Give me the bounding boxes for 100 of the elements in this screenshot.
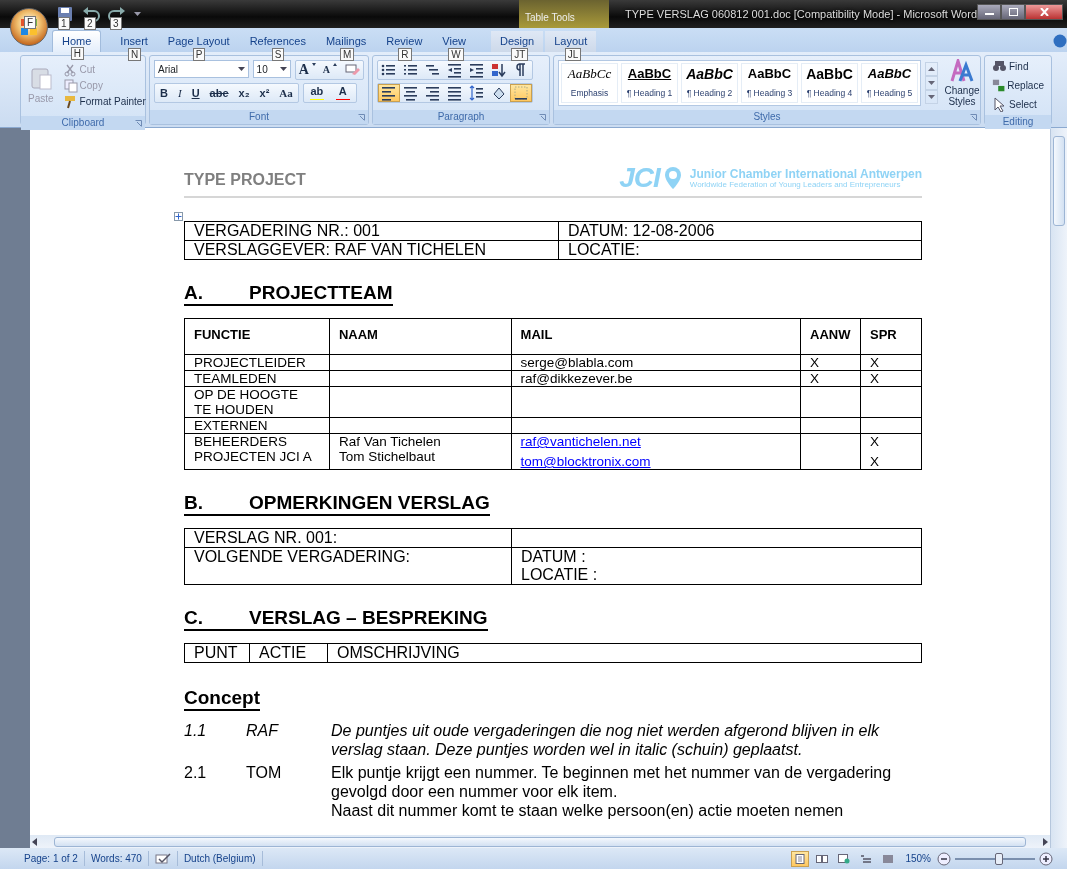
- grow-font-button[interactable]: A: [295, 61, 320, 79]
- gallery-more-button[interactable]: [925, 90, 938, 104]
- zoom-level[interactable]: 150%: [905, 851, 931, 866]
- replace-button[interactable]: Replace: [989, 77, 1047, 94]
- minimize-button[interactable]: [977, 4, 1001, 20]
- change-case-button[interactable]: Aa: [274, 84, 298, 102]
- email-link[interactable]: tom@blocktronix.com: [520, 454, 792, 469]
- gallery-down-button[interactable]: [925, 76, 938, 90]
- shrink-font-arrow-icon: [332, 62, 338, 67]
- keytip-badge: F: [24, 16, 37, 29]
- bottom-border-icon: [513, 85, 529, 101]
- section-heading: A. PROJECTTEAM: [184, 282, 393, 306]
- zoom-slider[interactable]: [955, 851, 1035, 866]
- change-styles-button[interactable]: Change Styles: [942, 58, 982, 108]
- style-gallery-item[interactable]: AaBbC ¶ Heading 3: [741, 63, 798, 103]
- table-cell: LOCATIE:: [558, 240, 922, 260]
- item-text: Elk puntje krijgt een nummer. Te beginnen met het nummer van de vergadering gevolgd door een nummer voor elk item.: [331, 763, 893, 801]
- bottom-border-button[interactable]: [510, 84, 532, 102]
- style-gallery-item[interactable]: AaBbC ¶ Heading 4: [801, 63, 858, 103]
- find-button[interactable]: Find: [989, 58, 1047, 75]
- table-move-handle-icon[interactable]: [174, 212, 183, 221]
- align-left-button[interactable]: [378, 84, 400, 102]
- column-header: NAAM: [329, 318, 512, 355]
- shrink-font-button[interactable]: A: [319, 61, 341, 79]
- font-name-field[interactable]: Arial: [154, 60, 249, 78]
- justify-icon: [447, 85, 463, 101]
- column-header: AANW: [800, 318, 861, 355]
- table-cell: VERGADERING NR.: 001: [184, 221, 559, 241]
- column-header: SPR: [860, 318, 922, 355]
- section-heading: B. OPMERKINGEN VERSLAG: [184, 492, 490, 516]
- scrollbar-thumb[interactable]: [54, 836, 1026, 847]
- zoom-in-icon[interactable]: [1039, 851, 1053, 866]
- style-gallery-item[interactable]: AaBbC ¶ Heading 5: [861, 63, 918, 103]
- increase-indent-icon: [469, 62, 485, 78]
- dropdown-arrow-icon: [279, 67, 287, 71]
- style-gallery-item[interactable]: AaBbC ¶ Heading 2: [681, 63, 738, 103]
- column-header: OMSCHRIJVING: [327, 643, 922, 663]
- customize-arrow-icon[interactable]: [134, 11, 141, 17]
- keytip-badge: N: [128, 47, 142, 61]
- column-header: ACTIE: [249, 643, 328, 663]
- outline-icon: [860, 853, 873, 864]
- style-gallery-item[interactable]: AaBbC ¶ Heading 1: [621, 63, 678, 103]
- scroll-left-icon[interactable]: [30, 836, 40, 847]
- underline-button[interactable]: U: [186, 84, 205, 102]
- eraser-icon: [344, 62, 360, 78]
- help-icon[interactable]: [1053, 34, 1067, 48]
- scissors-icon: [63, 63, 78, 77]
- superscript-button[interactable]: x²: [254, 84, 275, 102]
- subheading: Concept: [184, 687, 260, 711]
- group-label: Editing: [1002, 116, 1034, 127]
- gallery-up-button[interactable]: [925, 62, 938, 76]
- down-arrow-icon: [928, 81, 935, 85]
- table-cell: X: [860, 370, 922, 387]
- bold-button[interactable]: B: [155, 84, 173, 102]
- table-cell: DATUM : LOCATIE :: [511, 547, 922, 585]
- up-arrow-icon: [928, 67, 935, 71]
- section-heading: C. VERSLAG – BESPREKING: [184, 607, 488, 631]
- page-indicator[interactable]: Page: 1 of 2: [18, 851, 85, 866]
- email-link[interactable]: raf@vantichelen.net: [520, 434, 792, 449]
- italic-button[interactable]: I: [172, 84, 187, 102]
- maximize-button[interactable]: [1001, 4, 1025, 20]
- table-cell: VERSLAG NR. 001:: [184, 528, 512, 548]
- maximize-icon: [1008, 8, 1018, 16]
- organization-name: Junior Chamber International Antwerpen: [689, 167, 922, 180]
- shield-icon: [663, 166, 682, 190]
- item-text: De puntjes uit oude vergaderingen die nog niet werden afgerond blijven in elk verslag staan. Deze puntjes worden wel in italic (schuin) geplaatst.: [331, 721, 881, 759]
- window-title: TYPE VERSLAG 060812 001.doc [Compatibility Mode] - Microsoft Word: [625, 6, 977, 22]
- slider-thumb[interactable]: [995, 852, 1003, 865]
- style-gallery-item[interactable]: AaBbCc Emphasis: [561, 63, 618, 103]
- language-indicator[interactable]: Dutch (Belgium): [177, 851, 263, 866]
- close-icon: [1039, 8, 1049, 16]
- column-header: PUNT: [184, 643, 250, 663]
- subscript-button[interactable]: x₂: [233, 84, 255, 102]
- scrollbar-thumb[interactable]: [1053, 136, 1065, 226]
- keytip-badge: W: [448, 47, 464, 61]
- font-size-field[interactable]: 10: [252, 60, 291, 78]
- word-count[interactable]: Words: 470: [84, 851, 149, 866]
- column-header: FUNCTIE: [184, 318, 330, 355]
- strikethrough-button[interactable]: abe: [204, 84, 234, 102]
- font-color-button[interactable]: A: [329, 84, 356, 102]
- proofing-check-icon: [154, 853, 171, 866]
- page-view-button[interactable]: [791, 850, 810, 867]
- letters-aa-icon: [950, 59, 974, 83]
- replace-icon: [992, 78, 1006, 93]
- contextual-tab-label: Table Tools: [525, 11, 575, 25]
- highlight-button[interactable]: ab: [303, 84, 330, 102]
- group-label: Paragraph: [437, 111, 485, 122]
- zoom-out-icon[interactable]: [937, 851, 951, 866]
- item-person: TOM: [246, 763, 283, 783]
- select-button[interactable]: Select: [989, 96, 1047, 113]
- format-painter-button[interactable]: Format Painter: [60, 94, 149, 110]
- close-button[interactable]: [1025, 4, 1063, 20]
- align-center-icon: [403, 85, 419, 101]
- paint-bucket-icon: [491, 85, 507, 101]
- sort-icon: [491, 62, 507, 78]
- expand-arrow-icon: [928, 95, 935, 99]
- table-cell: Raf Van Tichelen Tom Stichelbaut: [329, 433, 512, 470]
- table-cell: DATUM: 12-08-2006: [558, 221, 922, 241]
- group-label: Clipboard: [61, 117, 105, 128]
- table-cell: X: [860, 354, 922, 371]
